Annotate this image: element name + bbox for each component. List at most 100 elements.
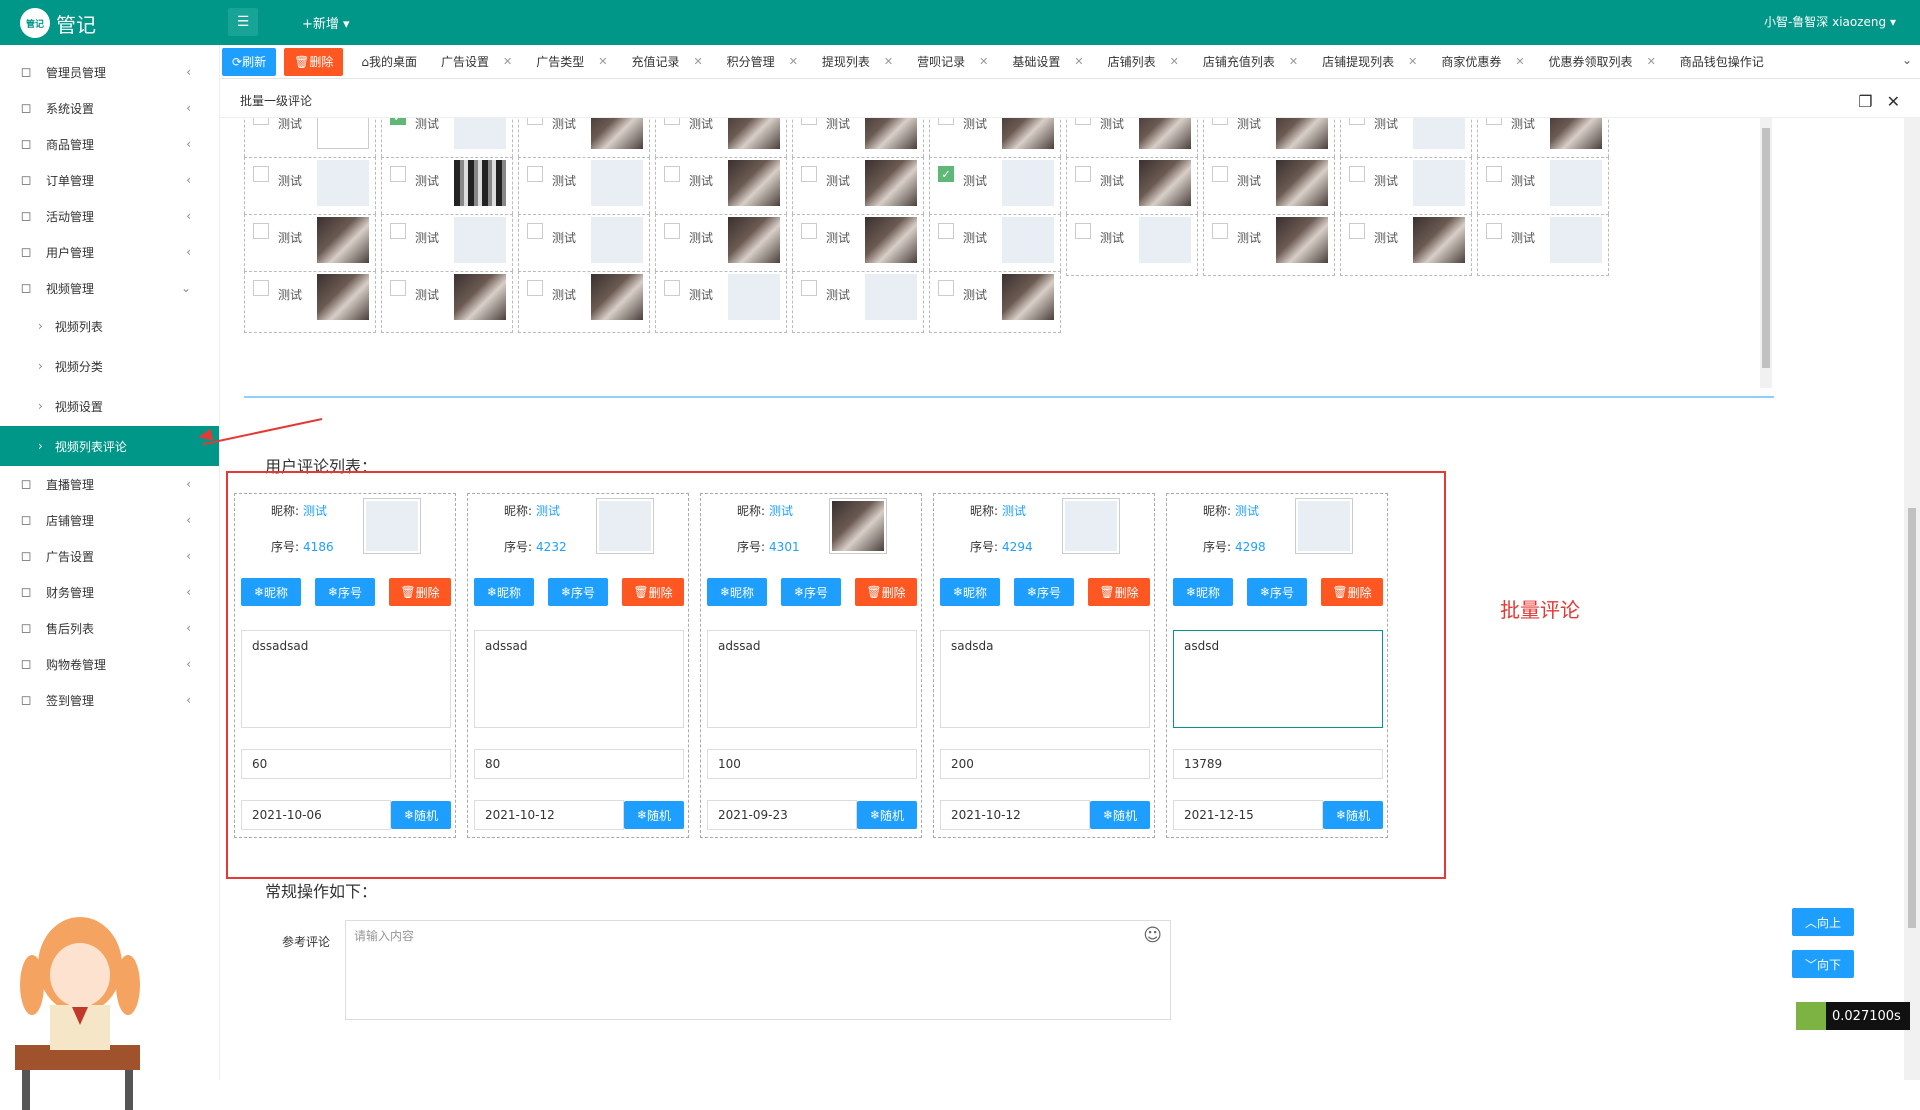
move-down-button[interactable]: ﹀ 向下	[1792, 950, 1854, 978]
video-cell[interactable]: 测试	[244, 214, 376, 276]
nickname-button[interactable]: ❄ 昵称	[940, 578, 1000, 606]
random-button[interactable]: ❄ 随机	[391, 801, 451, 829]
delete-button[interactable]: 🗑 删除	[1321, 578, 1383, 606]
video-cell[interactable]: 测试	[929, 214, 1061, 276]
tab-close-icon[interactable]: ✕	[1170, 55, 1179, 68]
select-checkbox[interactable]	[390, 166, 406, 182]
tab-11[interactable]: 商家优惠券 ✕	[1429, 45, 1536, 79]
delete-button[interactable]: 🗑 删除	[622, 578, 684, 606]
random-button[interactable]: ❄ 随机	[1090, 801, 1150, 829]
tab-close-icon[interactable]: ✕	[1647, 55, 1656, 68]
video-cell[interactable]: 测试	[1340, 157, 1472, 219]
video-cell[interactable]: 测试	[518, 157, 650, 219]
video-cell[interactable]: 测试	[1066, 118, 1198, 162]
sidebar-item-a6[interactable]: ◻ 视频管理 ⌄	[0, 270, 219, 306]
tab-close-icon[interactable]: ✕	[884, 55, 893, 68]
video-cell[interactable]: 测试	[929, 271, 1061, 333]
count-input[interactable]: 100	[707, 749, 917, 779]
video-cell[interactable]: 测试	[655, 271, 787, 333]
nickname-button[interactable]: ❄ 昵称	[1173, 578, 1233, 606]
comment-textarea[interactable]: asdsd	[1173, 630, 1383, 728]
select-checkbox[interactable]	[1349, 118, 1365, 125]
sidebar-item-b0[interactable]: ◻ 直播管理 ‹	[0, 466, 219, 502]
sidebar-item-a2[interactable]: ◻ 商品管理 ‹	[0, 126, 219, 162]
select-checkbox[interactable]	[1075, 223, 1091, 239]
video-cell[interactable]: 测试	[381, 214, 513, 276]
video-cell[interactable]: ✓ 测试	[929, 157, 1061, 219]
video-cell[interactable]: 测试	[244, 157, 376, 219]
select-checkbox[interactable]	[1212, 166, 1228, 182]
nickname-button[interactable]: ❄ 昵称	[241, 578, 301, 606]
user-menu[interactable]: 小智-鲁智深 xiaozeng ▾	[1764, 13, 1896, 30]
select-checkbox[interactable]	[1075, 118, 1091, 125]
tab-close-icon[interactable]: ✕	[598, 55, 607, 68]
sidebar-item-a3[interactable]: ◻ 订单管理 ‹	[0, 162, 219, 198]
video-cell[interactable]: ✓ 测试	[381, 118, 513, 162]
select-checkbox[interactable]	[1349, 223, 1365, 239]
select-checkbox[interactable]	[253, 223, 269, 239]
tab-close-icon[interactable]: ✕	[979, 55, 988, 68]
tab-close-icon[interactable]: ✕	[1408, 55, 1417, 68]
sidebar-item-a1[interactable]: ◻ 系统设置 ‹	[0, 90, 219, 126]
count-input[interactable]: 200	[940, 749, 1150, 779]
nickname-button[interactable]: ❄ 昵称	[707, 578, 767, 606]
sidebar-item-a4[interactable]: ◻ 活动管理 ‹	[0, 198, 219, 234]
sidebar-item-b6[interactable]: ◻ 签到管理 ‹	[0, 682, 219, 718]
date-input[interactable]: 2021-10-12	[474, 800, 624, 830]
index-button[interactable]: ❄ 序号	[1247, 578, 1307, 606]
video-cell[interactable]: 测试	[1066, 214, 1198, 276]
tab-close-icon[interactable]: ✕	[789, 55, 798, 68]
select-checkbox[interactable]	[1349, 166, 1365, 182]
date-input[interactable]: 2021-10-06	[241, 800, 391, 830]
video-cell[interactable]: 测试	[1340, 214, 1472, 276]
random-button[interactable]: ❄ 随机	[1323, 801, 1383, 829]
sidebar-subitem-0[interactable]: › 视频列表	[0, 306, 219, 346]
tab-13[interactable]: 商品钱包操作记	[1668, 45, 1776, 79]
page-scrollbar[interactable]	[1904, 118, 1920, 1080]
sidebar-item-b3[interactable]: ◻ 财务管理 ‹	[0, 574, 219, 610]
ref-comment-textarea[interactable]: 请输入内容 ☺	[345, 920, 1171, 1020]
random-button[interactable]: ❄ 随机	[857, 801, 917, 829]
select-checkbox[interactable]	[801, 280, 817, 296]
nickname-button[interactable]: ❄ 昵称	[474, 578, 534, 606]
video-cell[interactable]: 测试	[1477, 118, 1609, 162]
tab-close-icon[interactable]: ✕	[1289, 55, 1298, 68]
video-cell[interactable]: 测试	[1477, 157, 1609, 219]
select-checkbox[interactable]	[938, 280, 954, 296]
emoji-icon[interactable]: ☺	[1143, 925, 1162, 946]
comment-textarea[interactable]: adssad	[474, 630, 684, 728]
tab-4[interactable]: 积分管理 ✕	[715, 45, 810, 79]
tab-0[interactable]: ⌂ 我的桌面	[349, 45, 429, 79]
select-checkbox[interactable]	[253, 118, 269, 125]
select-checkbox[interactable]	[938, 118, 954, 125]
nickname-value[interactable]: 测试	[1235, 504, 1259, 518]
video-cell[interactable]: 测试	[1477, 214, 1609, 276]
select-checkbox[interactable]	[527, 223, 543, 239]
index-button[interactable]: ❄ 序号	[315, 578, 375, 606]
comment-textarea[interactable]: adssad	[707, 630, 917, 728]
video-cell[interactable]: 测试	[792, 271, 924, 333]
select-checkbox[interactable]	[527, 280, 543, 296]
tab-close-icon[interactable]: ✕	[1515, 55, 1524, 68]
menu-toggle-icon[interactable]: ☰	[228, 8, 258, 36]
close-icon[interactable]: ✕	[1887, 92, 1900, 111]
comment-textarea[interactable]: dssadsad	[241, 630, 451, 728]
refresh-button[interactable]: ⟳ 刷新	[222, 47, 277, 76]
video-cell[interactable]: 测试	[1066, 157, 1198, 219]
select-checkbox[interactable]	[1075, 166, 1091, 182]
maximize-icon[interactable]: ❐	[1858, 92, 1872, 111]
tab-close-icon[interactable]: ✕	[693, 55, 702, 68]
tab-5[interactable]: 提现列表 ✕	[810, 45, 905, 79]
tab-6[interactable]: 营呗记录 ✕	[905, 45, 1000, 79]
count-input[interactable]: 60	[241, 749, 451, 779]
delete-button[interactable]: 🗑 删除	[1088, 578, 1150, 606]
nickname-value[interactable]: 测试	[769, 504, 793, 518]
select-checkbox[interactable]	[801, 223, 817, 239]
select-checkbox[interactable]: ✓	[938, 166, 954, 182]
select-checkbox[interactable]	[527, 166, 543, 182]
video-cell[interactable]: 测试	[518, 118, 650, 162]
sidebar-item-a0[interactable]: ◻ 管理员管理 ‹	[0, 54, 219, 90]
tab-3[interactable]: 充值记录 ✕	[619, 45, 714, 79]
select-checkbox[interactable]	[1486, 223, 1502, 239]
index-button[interactable]: ❄ 序号	[548, 578, 608, 606]
